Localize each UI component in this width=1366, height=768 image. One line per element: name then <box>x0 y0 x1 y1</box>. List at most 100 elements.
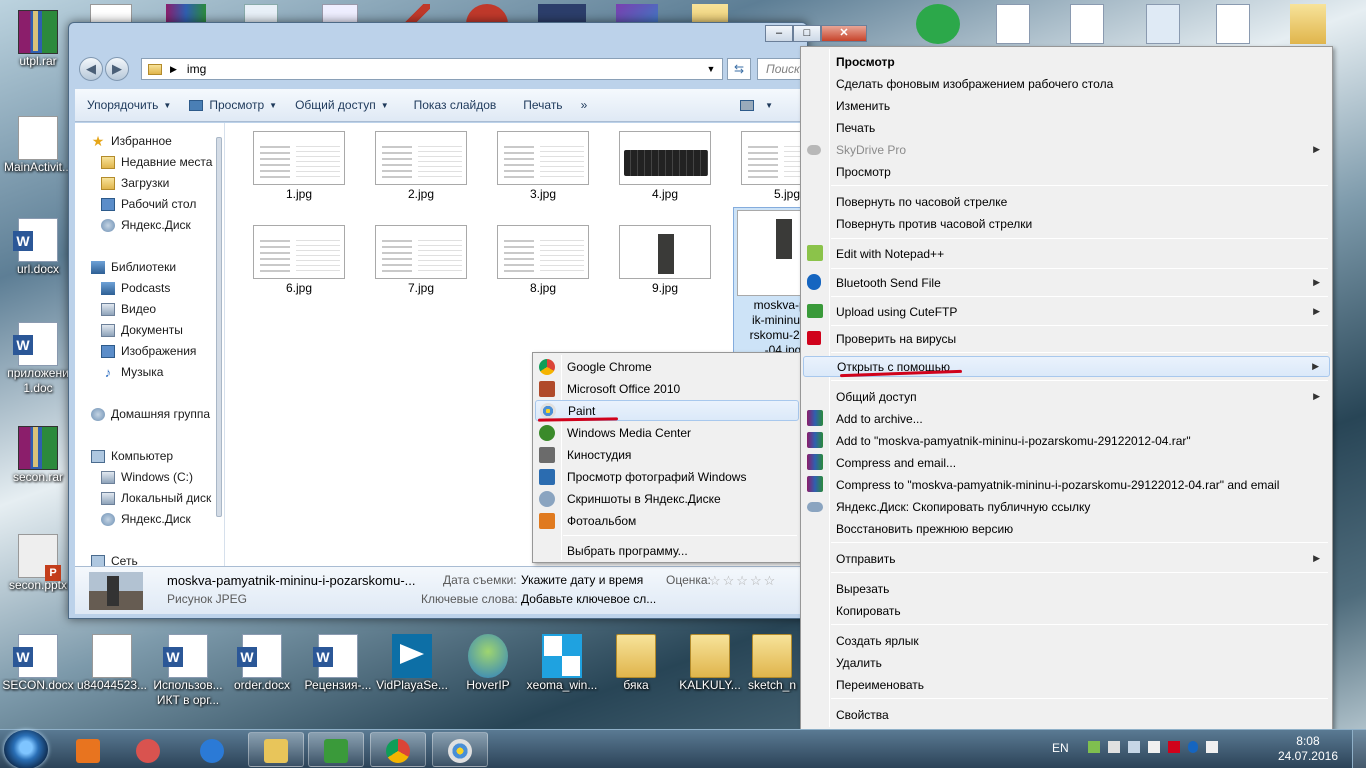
chevron-right-icon[interactable]: ▶ <box>170 64 177 75</box>
file-item[interactable]: 6.jpg <box>249 225 349 296</box>
battery-tray-icon[interactable] <box>1108 741 1120 753</box>
file-item[interactable]: 2.jpg <box>371 131 471 202</box>
desktop-partial-icon[interactable] <box>996 4 1030 44</box>
nav-drive-c[interactable]: Windows (C:) <box>101 470 193 484</box>
menu-item-preview-2[interactable]: Просмотр <box>803 161 1330 182</box>
nav-podcasts[interactable]: Podcasts <box>101 281 170 295</box>
language-indicator[interactable]: EN <box>1052 741 1069 755</box>
menu-item-send-to[interactable]: Отправить ▶ <box>803 548 1330 569</box>
taskbar-media-player[interactable] <box>60 732 116 767</box>
nav-downloads[interactable]: Загрузки <box>101 176 169 190</box>
menu-item-properties[interactable]: Свойства <box>803 704 1330 725</box>
menu-item-compress-rar-email[interactable]: Compress to "moskva-pamyatnik-mininu-i-p… <box>803 474 1330 495</box>
desktop-icon-order-docx[interactable]: order.docx <box>224 634 300 693</box>
menu-item-yandex-public-link[interactable]: Яндекс.Диск: Скопировать публичную ссылк… <box>803 496 1330 517</box>
desktop-icon-sketch[interactable]: sketch_n <box>742 634 802 693</box>
menu-item-rename[interactable]: Переименовать <box>803 674 1330 695</box>
nav-video[interactable]: Видео <box>101 302 156 316</box>
menu-item-google-chrome[interactable]: Google Chrome <box>535 356 799 377</box>
desktop-icon-secon-rar[interactable]: secon.rar <box>0 426 76 485</box>
nav-recent[interactable]: Недавние места <box>101 155 212 169</box>
chevron-down-icon[interactable]: ▼ <box>704 64 718 74</box>
menu-item-kinostudiya[interactable]: Киностудия <box>535 444 799 465</box>
menu-item-photo-viewer[interactable]: Просмотр фотографий Windows <box>535 466 799 487</box>
kaspersky-tray-icon[interactable] <box>1168 741 1180 753</box>
menu-item-choose-program[interactable]: Выбрать программу... <box>535 540 799 561</box>
start-button[interactable] <box>4 730 48 768</box>
menu-item-scan-virus[interactable]: Проверить на вирусы <box>803 328 1330 349</box>
preview-button[interactable]: Просмотр ▼ <box>180 98 286 112</box>
menu-item-notepad-plus[interactable]: Edit with Notepad++ <box>803 243 1330 264</box>
file-item[interactable]: 3.jpg <box>493 131 593 202</box>
nav-local-disk[interactable]: Локальный диск <box>101 491 211 505</box>
menu-item-create-shortcut[interactable]: Создать ярлык <box>803 630 1330 651</box>
desktop-icon-ispolzovanie-ikt[interactable]: Использов... ИКТ в орг... <box>150 634 226 708</box>
menu-item-rotate-cw[interactable]: Повернуть по часовой стрелке <box>803 191 1330 212</box>
menu-item-print[interactable]: Печать <box>803 117 1330 138</box>
menu-item-edit[interactable]: Изменить <box>803 95 1330 116</box>
network-tray-icon[interactable] <box>1088 741 1100 753</box>
file-item-selected[interactable]: moskva-pa ik-mininu-... rskomu-29... -04… <box>733 207 803 359</box>
desktop-icon-hoverip[interactable]: HoverIP <box>450 634 526 693</box>
desktop-icon-vidplaya[interactable]: VidPlayaSe... <box>374 634 450 693</box>
file-item[interactable]: 4.jpg <box>615 131 715 202</box>
desktop-partial-icon[interactable] <box>1290 4 1326 44</box>
details-keywords-value[interactable]: Добавьте ключевое сл... <box>521 592 656 606</box>
desktop-partial-icon[interactable] <box>1146 4 1180 44</box>
desktop-icon-url-docx[interactable]: url.docx <box>0 218 76 277</box>
menu-item-preview[interactable]: Просмотр <box>803 51 1330 72</box>
desktop-partial-icon[interactable] <box>1216 4 1250 44</box>
nav-images[interactable]: Изображения <box>101 344 196 358</box>
desktop-icon-byaka[interactable]: бяка <box>598 634 674 693</box>
menu-item-share[interactable]: Общий доступ ▶ <box>803 386 1330 407</box>
desktop-partial-icon[interactable] <box>916 4 960 44</box>
volume-tray-icon[interactable] <box>1148 741 1160 753</box>
desktop-icon-xeoma[interactable]: xeoma_win... <box>524 634 600 693</box>
menu-item-add-archive[interactable]: Add to archive... <box>803 408 1330 429</box>
desktop-partial-icon[interactable] <box>1070 4 1104 44</box>
desktop-icon-recenziya[interactable]: Рецензия-... <box>300 634 376 693</box>
menu-item-media-center[interactable]: Windows Media Center <box>535 422 799 443</box>
scrollbar-thumb[interactable] <box>216 137 222 517</box>
file-item[interactable]: 1.jpg <box>249 131 349 202</box>
slideshow-button[interactable]: Показ слайдов <box>398 98 506 112</box>
share-button[interactable]: Общий доступ ▼ <box>286 98 398 112</box>
desktop-icon-secon-pptx[interactable]: secon.pptx <box>0 534 76 593</box>
menu-item-cut[interactable]: Вырезать <box>803 578 1330 599</box>
menu-item-add-to-rar[interactable]: Add to "moskva-pamyatnik-mininu-i-pozars… <box>803 430 1330 451</box>
taskbar-internet-explorer[interactable] <box>184 732 240 767</box>
taskbar-explorer[interactable] <box>248 732 304 767</box>
nav-homegroup[interactable]: Домашняя группа <box>91 407 210 421</box>
menu-item-cuteftp[interactable]: Upload using CuteFTP ▶ <box>803 301 1330 322</box>
menu-item-yandex-screenshots[interactable]: Скриншоты в Яндекс.Диске <box>535 488 799 509</box>
menu-item-compress-email[interactable]: Compress and email... <box>803 452 1330 473</box>
close-button[interactable]: ✕ <box>821 25 867 42</box>
nav-desktop[interactable]: Рабочий стол <box>101 197 196 211</box>
nav-music[interactable]: ♪ Музыка <box>101 365 164 379</box>
file-item[interactable]: 9.jpg <box>615 225 715 296</box>
desktop-icon-secon-docx[interactable]: SECON.docx <box>0 634 76 693</box>
organize-button[interactable]: Упорядочить ▼ <box>75 98 180 112</box>
menu-item-copy[interactable]: Копировать <box>803 600 1330 621</box>
show-desktop-button[interactable] <box>1352 730 1366 768</box>
usb-tray-icon[interactable] <box>1128 741 1140 753</box>
menu-item-delete[interactable]: Удалить <box>803 652 1330 673</box>
nav-network[interactable]: Сеть <box>91 554 138 566</box>
menu-item-restore-version[interactable]: Восстановить прежнюю версию <box>803 518 1330 539</box>
nav-favorites[interactable]: ★ Избранное <box>91 134 172 149</box>
forward-button[interactable]: ▶ <box>105 57 129 81</box>
desktop-icon-mainactivity[interactable]: MainActivit... <box>0 116 76 175</box>
taskbar-cuteftp[interactable] <box>308 732 364 767</box>
nav-computer[interactable]: Компьютер <box>91 449 173 463</box>
back-button[interactable]: ◀ <box>79 57 103 81</box>
more-button[interactable]: » <box>572 98 597 112</box>
menu-item-rotate-ccw[interactable]: Повернуть против часовой стрелки <box>803 213 1330 234</box>
nav-libraries[interactable]: Библиотеки <box>91 260 176 274</box>
minimize-button[interactable]: – <box>765 25 793 42</box>
file-item[interactable]: 7.jpg <box>371 225 471 296</box>
nav-documents[interactable]: Документы <box>101 323 183 337</box>
details-date-value[interactable]: Укажите дату и время <box>521 573 643 587</box>
print-button[interactable]: Печать <box>505 98 571 112</box>
volume-icon[interactable] <box>1206 741 1218 753</box>
nav-yandex-disk[interactable]: Яндекс.Диск <box>101 218 191 232</box>
